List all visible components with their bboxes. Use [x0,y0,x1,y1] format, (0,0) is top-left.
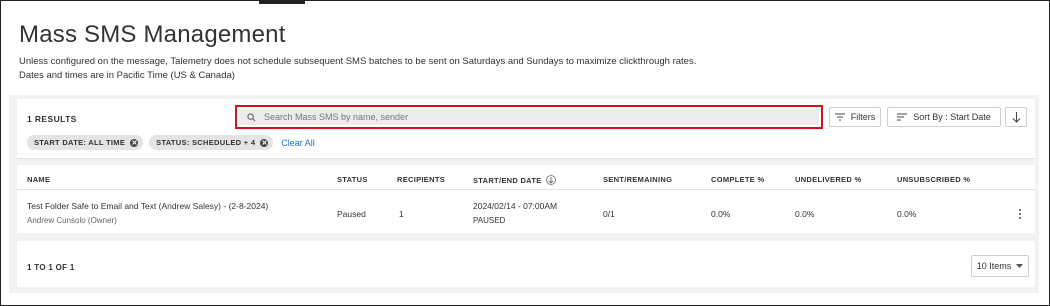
column-header-unsubscribed[interactable]: UNSUBSCRIBED % [897,175,970,184]
remove-chip-icon[interactable] [130,138,139,147]
filter-chip-status[interactable]: STATUS: SCHEDULED + 4 [149,135,274,150]
sort-direction-button[interactable] [1005,107,1027,127]
undelivered-cell: 0.0% [795,209,815,219]
chip-label: START DATE: ALL TIME [34,138,126,147]
results-count: 1 RESULTS [27,114,77,124]
recipients-cell: 1 [399,209,404,219]
caret-down-icon [1016,264,1024,268]
status-cell: Paused [337,209,366,219]
sent-remaining-cell: 0/1 [603,209,615,219]
header-divider [17,189,1035,190]
column-header-name[interactable]: NAME [27,175,50,184]
pagination-bar: 1 TO 1 OF 1 10 Items [17,241,1035,287]
toolbar-card: 1 RESULTS Filters [17,99,1035,159]
items-per-page-select[interactable]: 10 Items [971,255,1029,277]
column-header-start-end-date[interactable]: START/END DATE [473,175,556,185]
column-header-undelivered[interactable]: UNDELIVERED % [795,175,861,184]
top-accent-bar [259,1,305,4]
page-description: Unless configured on the message, Taleme… [19,55,1039,83]
column-header-recipients[interactable]: RECIPIENTS [397,175,445,184]
filters-button[interactable]: Filters [829,107,881,127]
search-input[interactable] [264,112,784,122]
page-header: Mass SMS Management Unless configured on… [19,21,1039,83]
results-table: NAME STATUS RECIPIENTS START/END DATE SE… [17,165,1035,233]
start-end-date-cell: 2024/02/14 - 07:00AM PAUSED [473,201,557,225]
complete-cell: 0.0% [711,209,731,219]
app-window: Mass SMS Management Unless configured on… [0,0,1050,306]
filters-label: Filters [850,112,876,122]
arrow-down-icon [1012,111,1020,123]
description-line-2: Dates and times are in Pacific Time (US … [19,70,235,81]
filter-icon [834,113,845,121]
active-filters: START DATE: ALL TIME STATUS: SCHEDULED +… [27,135,315,150]
row-actions-icon[interactable] [1019,209,1021,219]
unsubscribed-cell: 0.0% [897,209,917,219]
items-per-page-value: 10 Items [976,261,1012,271]
sort-label: Sort By : Start Date [913,112,991,122]
filter-chip-start-date[interactable]: START DATE: ALL TIME [27,135,144,150]
column-header-status[interactable]: STATUS [337,175,368,184]
column-header-complete[interactable]: COMPLETE % [711,175,764,184]
row-name-cell: Test Folder Safe to Email and Text (Andr… [27,201,268,225]
sort-desc-icon [545,175,556,185]
pagination-range: 1 TO 1 OF 1 [27,263,75,272]
column-header-label: START/END DATE [473,175,542,185]
remove-chip-icon[interactable] [260,138,269,147]
sms-name-link[interactable]: Test Folder Safe to Email and Text (Andr… [27,201,268,211]
end-state-text: PAUSED [473,216,506,225]
sort-icon [897,113,908,121]
page-title: Mass SMS Management [19,21,286,48]
search-icon [247,112,256,121]
sort-button[interactable]: Sort By : Start Date [887,107,1001,127]
description-line-1: Unless configured on the message, Taleme… [19,56,697,67]
clear-all-link[interactable]: Clear All [281,138,315,148]
owner-text: Andrew Cunsolo (Owner) [27,216,117,225]
start-date-text: 2024/02/14 - 07:00AM [473,201,558,211]
chip-label: STATUS: SCHEDULED + 4 [156,138,256,147]
search-box[interactable] [239,109,819,125]
search-box-highlight [235,105,823,129]
column-header-sent-remaining[interactable]: SENT/REMAINING [603,175,672,184]
